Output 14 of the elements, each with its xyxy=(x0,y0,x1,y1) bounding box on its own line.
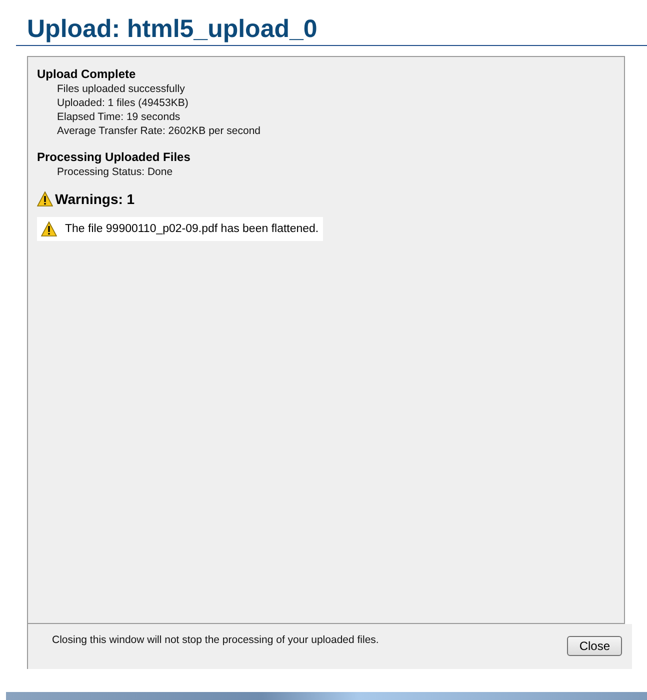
status-line: Elapsed Time: 19 seconds xyxy=(56,110,182,124)
status-line: Processing Status: Done xyxy=(56,165,174,179)
status-line: Files uploaded successfully xyxy=(56,82,186,96)
status-line: Average Transfer Rate: 2602KB per second xyxy=(56,124,262,138)
footer-note: Closing this window will not stop the processing of your uploaded files. xyxy=(52,634,379,646)
warning-icon xyxy=(41,221,57,237)
section-heading: Upload Complete xyxy=(37,67,137,82)
warnings-heading: Warnings: 1 xyxy=(55,191,135,207)
warning-icon xyxy=(37,191,53,207)
status-line: Uploaded: 1 files (49453KB) xyxy=(56,96,190,110)
warning-text: The file 99900110_p02-09.pdf has been flattened. xyxy=(65,223,319,235)
page-title: Upload: html5_upload_0 xyxy=(26,14,318,44)
section-heading: Processing Uploaded Files xyxy=(37,150,192,165)
close-button[interactable]: Close xyxy=(567,636,622,656)
